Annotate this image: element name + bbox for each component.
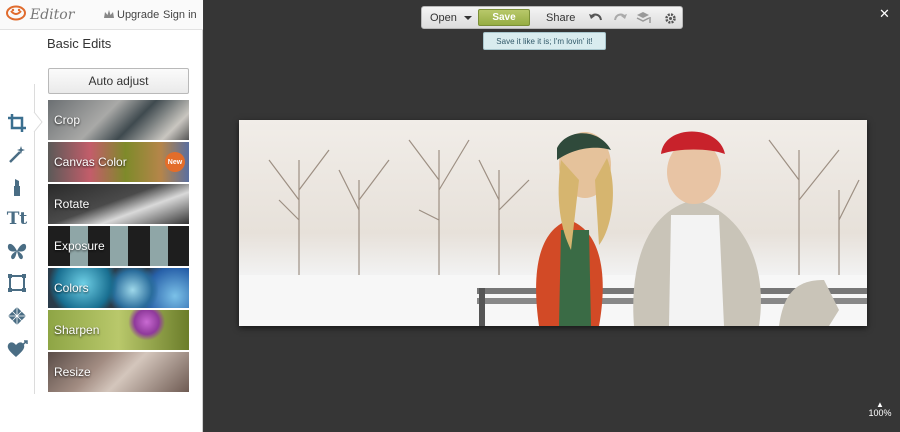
close-icon[interactable]: ✕ <box>879 6 890 22</box>
redo-icon[interactable] <box>612 10 628 26</box>
save-tooltip: Save it like it is; I'm lovin' it! <box>483 32 606 50</box>
edit-item-resize[interactable]: Resize <box>48 352 189 392</box>
logo[interactable]: Editor <box>6 5 75 26</box>
frame-icon[interactable] <box>6 272 28 294</box>
crown-icon <box>104 9 114 21</box>
settings-icon[interactable] <box>662 10 678 26</box>
zoom-indicator[interactable]: ▲ 100% <box>867 401 893 419</box>
edit-item-rotate[interactable]: Rotate <box>48 184 189 224</box>
photo-canvas[interactable] <box>239 120 867 326</box>
open-dropdown-icon[interactable] <box>464 16 472 20</box>
logo-text: Editor <box>30 7 75 23</box>
new-badge: New <box>165 152 185 172</box>
edit-item-label: Sharpen <box>54 323 100 337</box>
upgrade-label: Upgrade <box>117 9 160 21</box>
undo-icon[interactable] <box>588 10 604 26</box>
edit-item-label: Colors <box>54 281 89 295</box>
butterfly-icon[interactable] <box>6 240 28 262</box>
edit-item-label: Crop <box>54 113 81 127</box>
logo-icon <box>6 5 26 26</box>
crop-icon[interactable] <box>6 112 28 134</box>
edit-item-colors[interactable]: Colors <box>48 268 189 308</box>
edit-item-exposure[interactable]: Exposure <box>48 226 189 266</box>
save-button[interactable]: Save <box>478 9 530 26</box>
top-bar: Editor Upgrade Sign in <box>0 0 203 30</box>
heart-arrow-icon[interactable] <box>6 338 28 360</box>
lipstick-icon[interactable] <box>6 176 28 198</box>
edit-item-label: Resize <box>54 365 91 379</box>
edit-item-label: Exposure <box>54 239 105 253</box>
share-button[interactable]: Share <box>546 12 575 24</box>
active-tool-caret <box>33 112 43 132</box>
magic-wand-icon[interactable] <box>6 143 28 165</box>
signin-link[interactable]: Sign in <box>163 9 197 21</box>
left-panel: Editor Upgrade Sign in Basic Edits Tt Au… <box>0 0 203 432</box>
edit-item-canvas-color[interactable]: Canvas Color New <box>48 142 189 182</box>
open-button[interactable]: Open <box>430 12 457 24</box>
edit-item-crop[interactable]: Crop <box>48 100 189 140</box>
edit-item-label: Rotate <box>54 197 90 211</box>
top-toolbar: Open Save Share <box>421 6 683 29</box>
upgrade-link[interactable]: Upgrade <box>104 9 159 21</box>
texture-icon[interactable] <box>6 305 28 327</box>
zoom-label: 100% <box>868 408 892 418</box>
panel-title: Basic Edits <box>47 36 112 51</box>
text-icon[interactable]: Tt <box>6 208 28 230</box>
edit-item-label: Canvas Color <box>54 155 127 169</box>
photo-image <box>239 131 867 326</box>
layers-icon[interactable] <box>636 10 652 26</box>
auto-adjust-button[interactable]: Auto adjust <box>48 68 189 94</box>
edit-item-sharpen[interactable]: Sharpen <box>48 310 189 350</box>
